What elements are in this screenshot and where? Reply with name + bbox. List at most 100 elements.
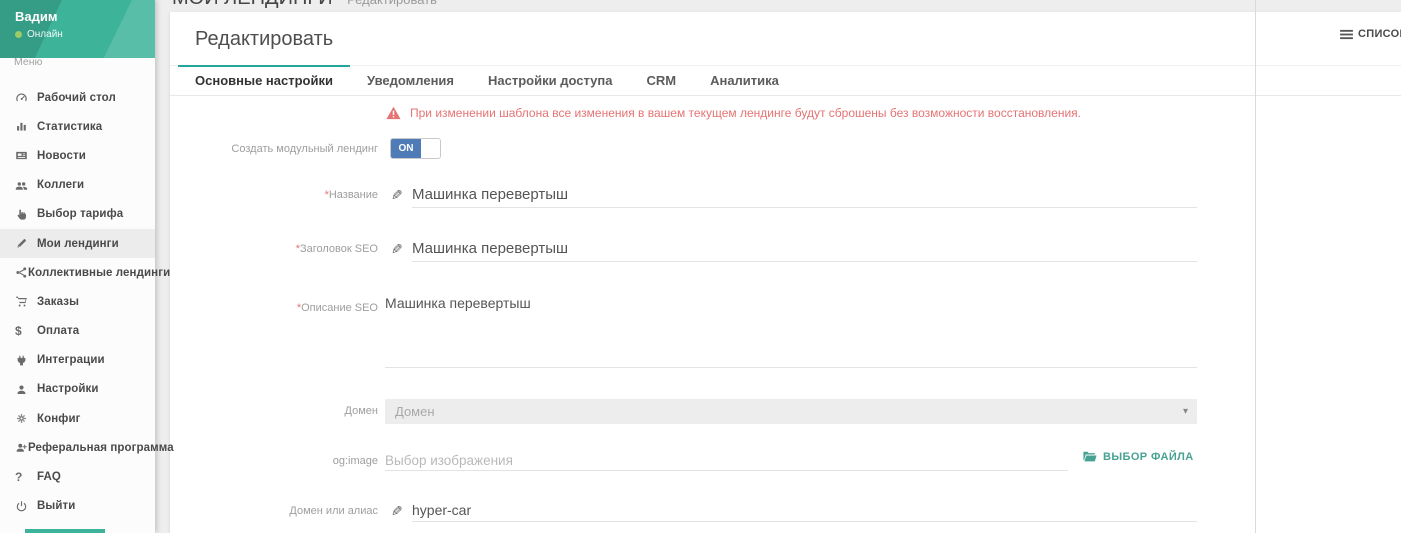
list-button-label: СПИСОК bbox=[1358, 28, 1401, 40]
question-icon: ? bbox=[15, 470, 37, 484]
sidebar-item-collective-landings[interactable]: Коллективные лендинги bbox=[0, 258, 155, 287]
chevron-down-icon: ▾ bbox=[1183, 399, 1188, 424]
sidebar-item-label: Настройки bbox=[37, 383, 99, 395]
sidebar-item-label: FAQ bbox=[37, 471, 61, 483]
pencil-icon: ✎ bbox=[391, 503, 403, 520]
module-toggle[interactable]: ON bbox=[390, 138, 441, 159]
sidebar-item-faq[interactable]: ? FAQ bbox=[0, 462, 155, 491]
module-toggle-label: Создать модульный лендинг bbox=[190, 138, 378, 160]
dollar-icon: $ bbox=[15, 324, 37, 338]
og-image-row: og:image ВЫБОР ФАЙЛА bbox=[170, 450, 1401, 472]
list-icon bbox=[1340, 29, 1353, 40]
gears-icon bbox=[15, 412, 37, 425]
cut-off-bottom-element bbox=[25, 529, 105, 533]
sidebar-item-label: Коллективные лендинги bbox=[28, 267, 170, 279]
tab-notifications[interactable]: Уведомления bbox=[350, 65, 471, 95]
sidebar-item-config[interactable]: Конфиг bbox=[0, 404, 155, 433]
sidebar: Вадим Онлайн Меню Рабочий стол Статистик… bbox=[0, 0, 155, 533]
user-name: Вадим bbox=[15, 9, 57, 24]
sidebar-user-header: Вадим Онлайн bbox=[0, 0, 155, 58]
sidebar-item-settings[interactable]: Настройки bbox=[0, 375, 155, 404]
seo-description-row: *Описание SEO Машинка перевертыш bbox=[170, 295, 1401, 369]
sidebar-menu: Рабочий стол Статистика Новости Коллеги … bbox=[0, 83, 155, 521]
page-title: Редактировать bbox=[195, 28, 333, 51]
file-select-button[interactable]: ВЫБОР ФАЙЛА bbox=[1083, 451, 1194, 463]
dashboard-icon bbox=[15, 91, 37, 104]
domain-select-value: Домен bbox=[395, 404, 435, 419]
domain-select[interactable]: Домен ▾ bbox=[385, 399, 1197, 424]
sidebar-item-logout[interactable]: Выйти bbox=[0, 492, 155, 521]
pencil-icon: ✎ bbox=[391, 187, 403, 204]
seo-description-label: *Описание SEO bbox=[190, 302, 378, 314]
sidebar-item-label: Мои лендинги bbox=[37, 238, 119, 250]
sidebar-item-dashboard[interactable]: Рабочий стол bbox=[0, 83, 155, 112]
user-status: Онлайн bbox=[15, 29, 63, 40]
seo-title-input[interactable] bbox=[412, 236, 1197, 262]
tab-crm[interactable]: CRM bbox=[629, 65, 693, 95]
tab-analytics[interactable]: Аналитика bbox=[693, 65, 796, 95]
tab-main-settings[interactable]: Основные настройки bbox=[178, 65, 350, 95]
sidebar-item-colleagues[interactable]: Коллеги bbox=[0, 171, 155, 200]
sidebar-item-label: Статистика bbox=[37, 121, 102, 133]
sidebar-item-orders[interactable]: Заказы bbox=[0, 287, 155, 316]
sidebar-item-integrations[interactable]: Интеграции bbox=[0, 346, 155, 375]
sidebar-item-label: Заказы bbox=[37, 296, 79, 308]
list-button[interactable]: СПИСОК bbox=[1340, 28, 1401, 40]
sidebar-item-label: Интеграции bbox=[37, 354, 105, 366]
share-icon bbox=[15, 266, 28, 279]
sidebar-item-payment[interactable]: $ Оплата bbox=[0, 317, 155, 346]
sidebar-item-label: Оплата bbox=[37, 325, 79, 337]
domain-alias-label: Домен или алиас bbox=[190, 499, 378, 523]
online-dot-icon bbox=[15, 31, 22, 38]
og-image-input[interactable] bbox=[385, 450, 1068, 471]
name-row: *Название ✎ bbox=[170, 182, 1401, 209]
users-icon bbox=[15, 179, 37, 192]
pen-icon bbox=[15, 237, 37, 250]
bar-chart-icon bbox=[15, 120, 37, 133]
file-select-label: ВЫБОР ФАЙЛА bbox=[1103, 451, 1194, 463]
user-status-label: Онлайн bbox=[27, 29, 63, 40]
sidebar-item-label: Выбор тарифа bbox=[37, 208, 123, 220]
name-input[interactable] bbox=[412, 182, 1197, 208]
sidebar-item-my-landings[interactable]: Мои лендинги bbox=[0, 229, 155, 258]
domain-alias-input[interactable] bbox=[412, 499, 1197, 522]
og-image-label: og:image bbox=[190, 450, 378, 472]
domain-label: Домен bbox=[190, 399, 378, 424]
warning-text: При изменении шаблона все изменения в ва… bbox=[410, 106, 1081, 120]
domain-alias-row: Домен или алиас ✎ bbox=[170, 499, 1401, 523]
plug-icon bbox=[15, 354, 37, 367]
sidebar-item-referral[interactable]: Реферальная программа bbox=[0, 433, 155, 462]
domain-row: Домен Домен ▾ bbox=[170, 399, 1401, 424]
breadcrumb: МОИ ЛЕНДИНГИ Редактировать bbox=[172, 0, 437, 10]
name-label: *Название bbox=[190, 182, 378, 209]
sidebar-item-label: Рабочий стол bbox=[37, 92, 116, 104]
sidebar-item-news[interactable]: Новости bbox=[0, 141, 155, 170]
template-warning: При изменении шаблона все изменения в ва… bbox=[386, 106, 1081, 120]
seo-title-row: *Заголовок SEO ✎ bbox=[170, 236, 1401, 263]
toggle-on-label: ON bbox=[391, 139, 421, 158]
sidebar-item-label: Новости bbox=[37, 150, 86, 162]
seo-description-textarea[interactable]: Машинка перевертыш bbox=[385, 295, 1197, 368]
folder-icon bbox=[1083, 451, 1097, 463]
cart-icon bbox=[15, 295, 37, 308]
newspaper-icon bbox=[15, 149, 37, 162]
sidebar-item-tariff[interactable]: Выбор тарифа bbox=[0, 200, 155, 229]
module-toggle-row: Создать модульный лендинг ON bbox=[170, 138, 1401, 160]
user-icon bbox=[15, 383, 37, 396]
scroll-divider bbox=[1255, 0, 1256, 533]
menu-section-label: Меню bbox=[14, 56, 42, 68]
tab-access-settings[interactable]: Настройки доступа bbox=[471, 65, 629, 95]
sidebar-item-label: Реферальная программа bbox=[28, 442, 174, 454]
tab-bar: Основные настройки Уведомления Настройки… bbox=[170, 65, 1401, 96]
sidebar-item-label: Выйти bbox=[37, 500, 75, 512]
breadcrumb-title: МОИ ЛЕНДИНГИ bbox=[172, 0, 333, 9]
sidebar-item-stats[interactable]: Статистика bbox=[0, 112, 155, 141]
hand-pointer-icon bbox=[15, 208, 37, 221]
pencil-icon: ✎ bbox=[391, 241, 403, 258]
power-icon bbox=[15, 500, 37, 513]
user-plus-icon bbox=[15, 441, 28, 454]
breadcrumb-sub: Редактировать bbox=[347, 0, 437, 7]
warning-icon bbox=[386, 106, 401, 120]
sidebar-item-label: Конфиг bbox=[37, 413, 81, 425]
seo-title-label: *Заголовок SEO bbox=[190, 236, 378, 263]
